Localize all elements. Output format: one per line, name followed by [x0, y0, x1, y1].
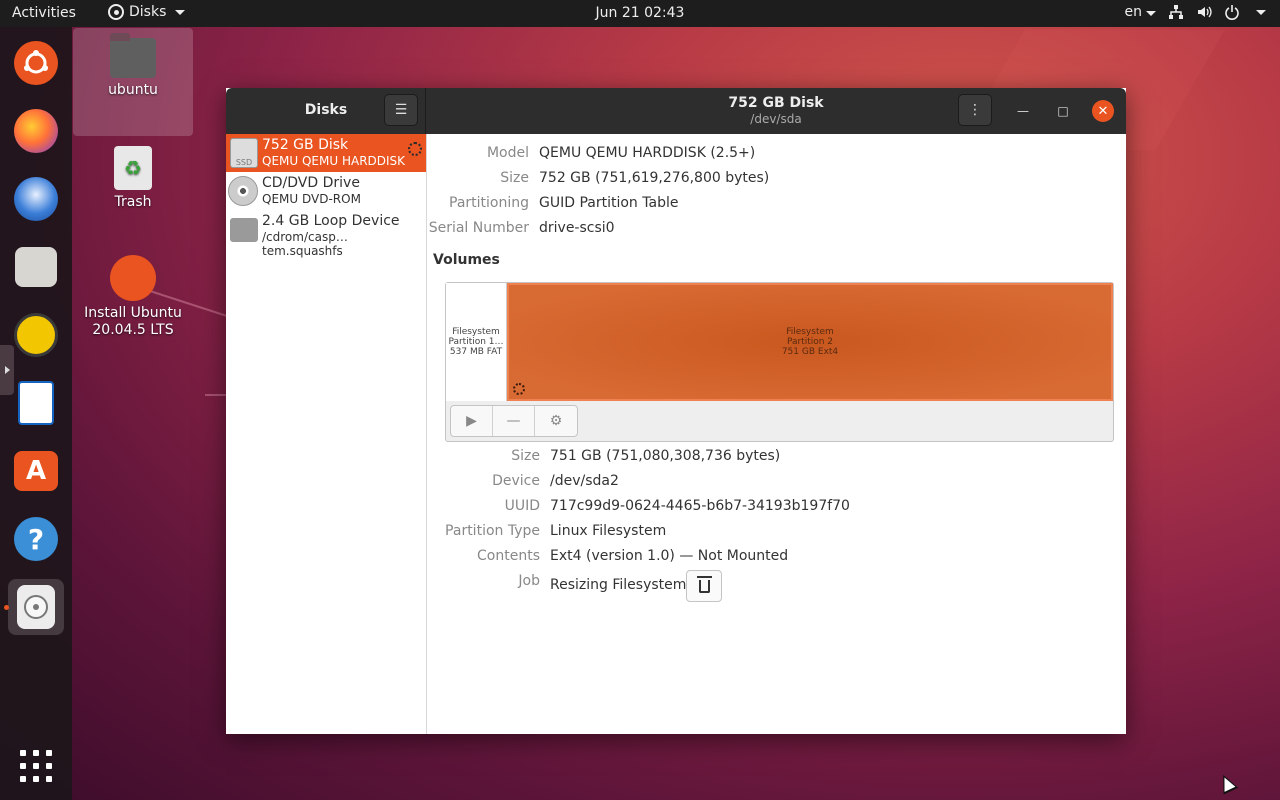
network-icon: [1168, 4, 1184, 20]
partition-options-button[interactable]: ⚙: [535, 406, 577, 436]
disks-app-icon: [108, 4, 124, 20]
show-applications-icon[interactable]: [20, 750, 52, 782]
minimize-button[interactable]: —: [1012, 100, 1034, 122]
disks-window: Disks ☰ 752 GB Disk /dev/sda ⋮ — □ ✕ SSD…: [226, 88, 1126, 734]
drive-item[interactable]: SSD 752 GB Disk QEMU QEMU HARDDISK: [226, 134, 426, 172]
dock-ubuntu-software[interactable]: [8, 35, 64, 91]
top-bar: Activities Disks Jun 21 02:43 en: [0, 0, 1280, 27]
desktop-item-label: ubuntu: [108, 82, 158, 98]
desktop-install-ubuntu[interactable]: Install Ubuntu 20.04.5 LTS: [73, 255, 193, 339]
minus-icon: —: [506, 413, 521, 429]
trash-icon: ♻: [114, 146, 152, 190]
activities-button[interactable]: Activities: [12, 5, 76, 21]
files-icon: [15, 247, 57, 287]
drive-item[interactable]: 2.4 GB Loop Device /cdrom/casp…tem.squas…: [226, 210, 426, 258]
cancel-job-button[interactable]: [686, 570, 722, 602]
busy-spinner-icon: [513, 383, 525, 395]
install-ubuntu-icon: [110, 255, 156, 301]
busy-spinner-icon: [408, 142, 422, 156]
dock-ubuntu-software-store[interactable]: A: [8, 443, 64, 499]
drive-options-button[interactable]: ⋮: [958, 94, 992, 126]
clock[interactable]: Jun 21 02:43: [596, 5, 685, 21]
thunderbird-icon: [14, 177, 58, 221]
maximize-icon: □: [1057, 104, 1069, 118]
language-indicator[interactable]: en: [1125, 4, 1156, 20]
help-icon: ?: [14, 517, 58, 561]
desktop-item-label: Install Ubuntu 20.04.5 LTS: [84, 305, 182, 338]
hamburger-menu-button[interactable]: ☰: [384, 94, 418, 126]
drive-name: 752 GB Disk: [262, 137, 349, 153]
chevron-down-icon: [1256, 9, 1266, 15]
partition-1-block[interactable]: Filesystem Partition 1… 537 MB FAT: [446, 283, 507, 401]
maximize-button[interactable]: □: [1052, 100, 1074, 122]
system-tray[interactable]: en: [1125, 4, 1266, 20]
software-store-icon: A: [14, 451, 58, 491]
desktop-trash[interactable]: ♻ Trash: [73, 146, 193, 210]
close-icon: ✕: [1097, 103, 1109, 119]
minimize-icon: —: [1017, 104, 1029, 118]
home-folder-icon: [110, 33, 156, 78]
chevron-down-icon: [175, 9, 186, 15]
volume-icon: [1196, 4, 1212, 20]
close-button[interactable]: ✕: [1092, 100, 1114, 122]
rhythmbox-icon: [14, 313, 58, 357]
dock-firefox[interactable]: [8, 103, 64, 159]
firefox-icon: [14, 109, 58, 153]
power-icon: [1224, 4, 1240, 20]
volumes-heading: Volumes: [433, 252, 500, 268]
play-icon: ▶: [466, 413, 477, 429]
header-bar: Disks ☰ 752 GB Disk /dev/sda ⋮ — □ ✕: [226, 88, 1126, 134]
dock-files[interactable]: [8, 239, 64, 295]
dock-disks[interactable]: [8, 579, 64, 635]
dock-rhythmbox[interactable]: [8, 307, 64, 363]
drive-details: Model QEMU QEMU HARDDISK (2.5+) Size 752…: [427, 134, 1126, 734]
partition-2-block[interactable]: Filesystem Partition 2 751 GB Ext4: [507, 283, 1113, 401]
volume-toolbar: ▶ — ⚙: [450, 405, 578, 437]
dock-thunderbird[interactable]: [8, 171, 64, 227]
drive-name: CD/DVD Drive: [262, 175, 360, 191]
delete-partition-button[interactable]: —: [493, 406, 535, 436]
app-menu[interactable]: Disks: [108, 4, 186, 20]
mouse-pointer-icon: [1215, 771, 1239, 795]
drive-list: SSD 752 GB Disk QEMU QEMU HARDDISK CD/DV…: [226, 134, 427, 734]
desktop-item-label: Trash: [114, 194, 152, 210]
disks-icon: [17, 585, 55, 629]
running-indicator: [4, 605, 9, 610]
ubuntu-logo-icon: [14, 41, 58, 85]
dock: A ?: [0, 27, 72, 800]
desktop-home-folder[interactable]: ubuntu: [73, 28, 193, 136]
drive-name: 2.4 GB Loop Device: [262, 213, 400, 229]
ssd-icon: SSD: [230, 138, 258, 168]
mount-button[interactable]: ▶: [451, 406, 493, 436]
drive-model: /cdrom/casp…tem.squashfs: [262, 230, 348, 258]
volume-map: Filesystem Partition 1… 537 MB FAT Files…: [445, 282, 1114, 442]
menu-icon: ☰: [394, 102, 408, 118]
dock-libreoffice-writer[interactable]: [8, 375, 64, 431]
writer-icon: [18, 381, 54, 425]
drive-model: QEMU QEMU HARDDISK: [262, 154, 406, 168]
optical-disc-icon: [228, 176, 258, 206]
trash-icon: [696, 575, 712, 593]
gears-icon: ⚙: [549, 413, 563, 429]
loop-device-icon: [230, 218, 258, 242]
dock-help[interactable]: ?: [8, 511, 64, 567]
drive-item[interactable]: CD/DVD Drive QEMU DVD-ROM: [226, 172, 426, 210]
more-vertical-icon: ⋮: [968, 102, 982, 118]
drive-model: QEMU DVD-ROM: [262, 192, 361, 206]
chevron-down-icon: [1146, 11, 1156, 16]
app-menu-label: Disks: [129, 4, 167, 20]
